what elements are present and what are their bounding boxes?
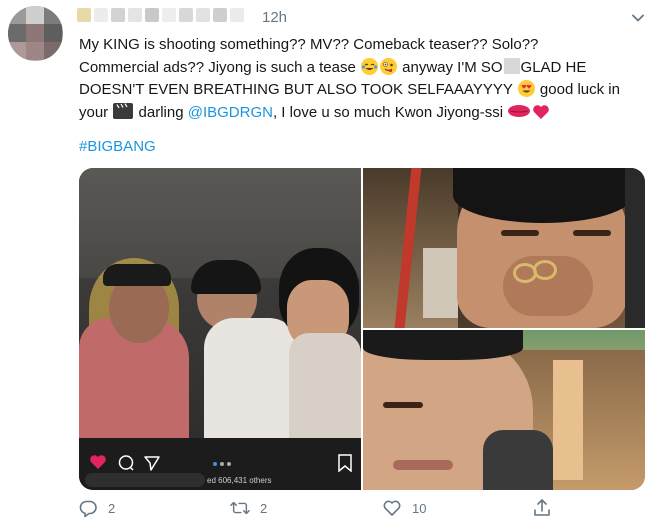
story-caption: ed 606,431 others [207, 476, 272, 485]
tweet-actions: 2 2 10 [0, 498, 660, 528]
author-name-blurred[interactable] [77, 8, 244, 24]
tweet-line-1: My KING is shooting something?? MV?? Com… [79, 36, 539, 53]
text-segment: DOESN'T EVEN BREATHING BUT ALSO TOOK SEL… [79, 81, 513, 98]
text-segment: good luck in [539, 81, 620, 98]
send-icon[interactable] [143, 454, 161, 472]
redacted-character [503, 57, 520, 74]
text-segment: darling [138, 103, 184, 121]
chevron-down-icon[interactable] [628, 8, 648, 28]
bookmark-icon[interactable] [337, 454, 353, 472]
tweet-line-3: DOESN'T EVEN BREATHING BUT ALSO TOOK SEL… [79, 79, 651, 102]
hashtag-link[interactable]: #BIGBANG [79, 138, 156, 155]
tweet-text: My KING is shooting something?? MV?? Com… [79, 34, 651, 124]
like-icon [383, 500, 401, 516]
retweet-action[interactable]: 2 [230, 498, 267, 518]
clapper-board-icon [113, 102, 134, 119]
zany-face-icon [379, 57, 397, 75]
text-segment: your [79, 103, 109, 121]
heart-eyes-icon [517, 80, 535, 97]
like-icon[interactable] [89, 454, 107, 470]
red-heart-icon [532, 104, 550, 120]
tweet-line-2: Commercial ads?? Jiyong is such a tease … [79, 57, 651, 80]
mention-link[interactable]: @IBGDRGN [188, 104, 273, 121]
media-grid[interactable]: ed 606,431 others [79, 168, 645, 490]
reply-icon [79, 500, 97, 518]
carousel-dots [213, 462, 233, 466]
comment-icon[interactable] [117, 454, 135, 472]
share-action[interactable] [532, 498, 552, 518]
text-segment: , I love u so much Kwon Jiyong-ssi [272, 103, 504, 121]
face-tears-of-joy-icon [360, 57, 378, 75]
text-segment: Commercial ads?? Jiyong is such a tease [79, 58, 356, 76]
tweet[interactable]: 12h My KING is shooting something?? MV??… [0, 0, 660, 532]
avatar[interactable] [8, 6, 63, 61]
kiss-mark-icon [508, 104, 531, 117]
photo-selfie-bottom[interactable] [363, 330, 645, 490]
photo-group-story[interactable]: ed 606,431 others [79, 168, 361, 490]
reply-action[interactable]: 2 [78, 498, 115, 518]
text-segment: anyway I'M SO [402, 58, 503, 76]
photo-selfie-top[interactable] [363, 168, 645, 328]
timestamp[interactable]: 12h [262, 9, 287, 26]
text-segment: GLAD HE [520, 58, 587, 76]
reply-count: 2 [108, 500, 116, 516]
retweet-count: 2 [260, 500, 268, 516]
retweet-icon [230, 501, 250, 515]
tweet-line-4: your darling @IBGDRGN, I love u so much … [79, 102, 651, 125]
like-action[interactable]: 10 [382, 498, 426, 518]
like-count: 10 [412, 500, 427, 516]
share-icon [534, 499, 550, 516]
